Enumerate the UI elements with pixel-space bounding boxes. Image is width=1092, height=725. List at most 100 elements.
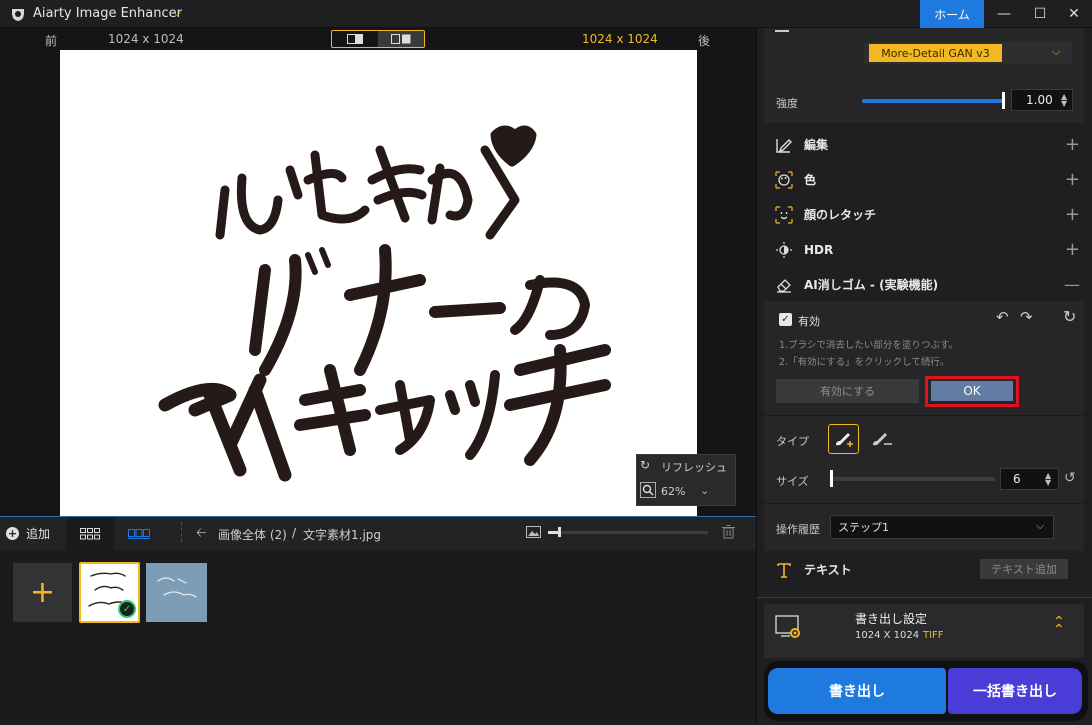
size-label: サイズ xyxy=(776,475,809,488)
enabled-label: 有効 xyxy=(798,315,820,328)
add-image-tile[interactable]: + xyxy=(13,563,72,622)
collapse-minus-icon[interactable]: — xyxy=(1064,275,1080,294)
export-size: 1024 X 1024 xyxy=(855,630,920,641)
section-hdr-label: HDR xyxy=(804,242,834,257)
model-chevron-down-icon[interactable]: ⌵ xyxy=(1052,45,1060,59)
expand-plus-icon[interactable]: + xyxy=(1065,204,1080,225)
history-select[interactable]: ステップ1 xyxy=(830,515,1054,539)
after-label: 後 xyxy=(698,34,711,48)
section-edit-label: 編集 xyxy=(804,138,829,152)
after-size: 1024 x 1024 xyxy=(582,32,658,46)
zoom-icon[interactable] xyxy=(640,482,656,498)
section-text-label: テキスト xyxy=(804,563,852,577)
strength-stepper-icon[interactable]: ▲ ▼ xyxy=(1061,93,1067,108)
breadcrumb-all-images[interactable]: 画像全体 (2) xyxy=(218,526,287,543)
divider xyxy=(764,415,1084,416)
model-section-icon xyxy=(775,30,789,32)
history-label: 操作履歴 xyxy=(776,523,820,536)
section-face[interactable]: 顔のレタッチ + xyxy=(764,197,1084,232)
expand-plus-icon[interactable]: + xyxy=(1065,239,1080,260)
face-retouch-icon xyxy=(775,205,793,224)
thumbnail-2[interactable] xyxy=(146,563,207,622)
enabled-checkbox[interactable]: ✓ xyxy=(779,313,792,326)
compare-mode-toggle[interactable] xyxy=(331,30,425,48)
history-chevron-down-icon[interactable]: ⌵ xyxy=(1036,519,1044,533)
side-by-side-icon[interactable] xyxy=(378,31,424,47)
redo-icon[interactable]: ↷ xyxy=(1020,308,1033,326)
trash-icon[interactable] xyxy=(722,525,735,539)
expand-plus-icon[interactable]: + xyxy=(1065,134,1080,155)
strength-label: 強度 xyxy=(776,97,798,110)
add-icon: + xyxy=(6,527,19,540)
app-logo-icon xyxy=(12,9,24,21)
home-button[interactable]: ホーム xyxy=(920,0,984,28)
thumbnail-size-slider[interactable] xyxy=(548,531,708,534)
section-color[interactable]: 色 + xyxy=(764,162,1084,197)
strength-slider[interactable] xyxy=(862,99,1004,103)
zoom-level[interactable]: 62% xyxy=(661,485,685,498)
section-edit[interactable]: 編集 + xyxy=(764,127,1084,162)
brush-add-icon xyxy=(835,433,853,447)
back-arrow-icon[interactable]: 🡠 xyxy=(196,524,207,546)
size-value: 6 xyxy=(1013,472,1021,486)
undo-icon[interactable]: ↶ xyxy=(996,308,1009,326)
breadcrumb-separator: / xyxy=(292,526,297,540)
toolbar-divider xyxy=(181,522,182,542)
add-button[interactable]: + 追加 xyxy=(0,517,66,550)
strength-value: 1.00 xyxy=(1026,93,1053,107)
refresh-icon[interactable]: ↻ xyxy=(640,458,650,472)
type-label: タイプ xyxy=(776,435,809,448)
size-handle[interactable] xyxy=(830,470,833,487)
close-icon[interactable]: ✕ xyxy=(1056,0,1092,28)
divider xyxy=(756,597,1092,598)
strip-view-icon xyxy=(128,528,150,539)
edit-icon xyxy=(776,138,792,153)
maximize-icon[interactable]: ☐ xyxy=(1022,0,1058,28)
grid-view-button[interactable] xyxy=(66,517,114,550)
thumbnail-size-handle[interactable] xyxy=(558,527,561,537)
zoom-chevron-icon[interactable]: ⌄ xyxy=(700,484,709,497)
thumbnail-size-icon xyxy=(526,526,541,538)
expand-plus-icon[interactable]: + xyxy=(1065,169,1080,190)
add-text-button[interactable]: テキスト追加 xyxy=(980,559,1068,579)
section-eraser[interactable]: AI消しゴム - (実験機能) — xyxy=(764,267,1084,302)
brush-subtract-tool[interactable] xyxy=(870,429,894,451)
model-value[interactable]: More-Detail GAN v3 xyxy=(869,44,1002,62)
eraser-hint-2: 2.「有効にする」をクリックして続行。 xyxy=(779,357,950,368)
size-reset-icon[interactable]: ↺ xyxy=(1064,470,1076,486)
eraser-hint-1: 1.ブラシで消去したい部分を塗りつぶす。 xyxy=(779,340,959,351)
section-eraser-label: AI消しゴム - (実験機能) xyxy=(804,278,939,292)
before-label: 前 xyxy=(45,34,58,48)
section-color-label: 色 xyxy=(804,173,817,187)
apply-button[interactable]: 有効にする xyxy=(776,379,919,403)
selected-check-icon: ✓ xyxy=(118,600,136,618)
before-size: 1024 x 1024 xyxy=(108,32,184,46)
app-title: Aiarty Image Enhancer xyxy=(33,6,182,21)
export-button[interactable]: 書き出し xyxy=(768,668,946,714)
size-slider[interactable] xyxy=(831,477,995,481)
export-settings-title: 書き出し設定 xyxy=(855,612,928,626)
minimize-icon[interactable]: — xyxy=(986,0,1022,28)
expand-up-icon[interactable]: ⌃ ⌃ xyxy=(1053,615,1065,637)
refresh-button[interactable]: リフレッシュ xyxy=(661,459,727,475)
brush-add-tool[interactable] xyxy=(828,424,859,454)
divider xyxy=(764,503,1084,504)
section-hdr[interactable]: HDR + xyxy=(764,232,1084,267)
split-view-icon[interactable] xyxy=(332,31,378,47)
eraser-icon xyxy=(777,278,791,293)
size-stepper-icon[interactable]: ▲ ▼ xyxy=(1045,472,1051,487)
grid-view-icon xyxy=(80,527,100,539)
reset-icon[interactable]: ↻ xyxy=(1063,307,1076,326)
hdr-icon xyxy=(776,241,792,258)
strength-handle[interactable] xyxy=(1002,92,1005,109)
brush-subtract-icon xyxy=(873,433,892,446)
ok-button[interactable]: OK xyxy=(931,381,1013,401)
history-value: ステップ1 xyxy=(838,521,889,534)
app-menu-chevron-icon[interactable]: ⌵ xyxy=(173,6,181,20)
preview-image[interactable] xyxy=(60,50,697,516)
export-format: TIFF xyxy=(923,630,944,641)
batch-export-button[interactable]: 一括書き出し xyxy=(948,668,1082,714)
strip-view-button[interactable] xyxy=(114,517,164,550)
export-settings-icon xyxy=(775,615,800,638)
palette-icon xyxy=(775,170,793,189)
